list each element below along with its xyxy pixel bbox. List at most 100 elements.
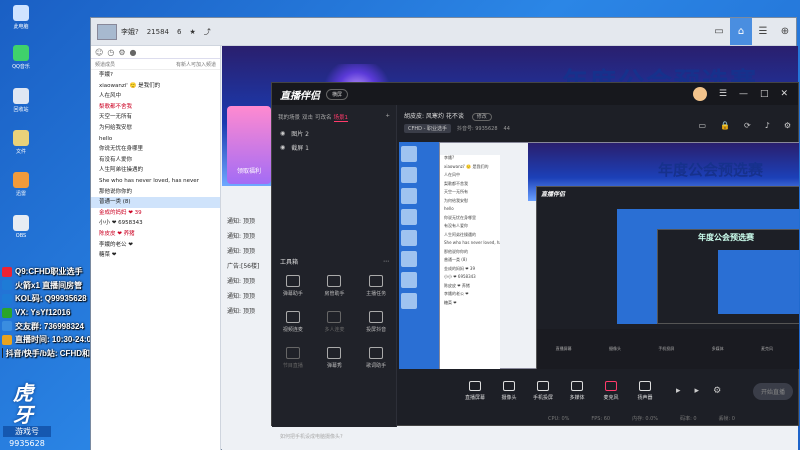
douyin-id: 抖音号: 9935628 [456, 126, 498, 132]
eye-icon[interactable]: ◉ [280, 130, 285, 137]
tool-button[interactable]: 多人连麦 [314, 307, 356, 333]
tool-button[interactable]: 房管助手 [314, 271, 356, 297]
live-preview[interactable]: 年度公会预选赛 李娥? xiaowanzi' 🙂 是我们的 人在风中 梨歌都不舍我 天空… [399, 142, 799, 369]
desktop-icon[interactable]: 此电脑 [6, 5, 36, 30]
category-tag[interactable]: CFHD - 职业选手 [404, 124, 451, 133]
member-item[interactable]: 普通一类 (8) [91, 197, 220, 208]
member-sub-left[interactable]: 频道成员 [95, 61, 115, 68]
save-icon[interactable]: ▭ [698, 121, 706, 130]
member-item[interactable]: hello [91, 134, 220, 145]
preview-control-label: 直播屏幕 [555, 346, 572, 351]
chat-message: 通知: 顶顶 [227, 308, 255, 315]
tool-button[interactable]: 视频连麦 [272, 307, 314, 333]
preview-member-item: 小小 ❤ 6958343 [444, 274, 476, 279]
tool-icon [285, 311, 300, 323]
member-item[interactable]: She who has never loved, has never [91, 176, 220, 187]
desktop-icon[interactable]: 文件 [6, 130, 36, 155]
scene-tab[interactable]: 场景1 [333, 113, 349, 122]
badge-icon [2, 266, 12, 277]
camera-icon[interactable]: ▸ [695, 386, 700, 396]
member-item[interactable]: 梨歌都不舍我 [91, 102, 220, 113]
settings-icon[interactable]: ⚙ [713, 386, 721, 396]
control-button[interactable]: 直播屏幕 [458, 381, 492, 401]
tool-button[interactable]: 歌词助手 [355, 343, 397, 369]
member-item[interactable]: 有没有人爱你 [91, 155, 220, 166]
more-icon[interactable]: ⋯ [383, 258, 389, 265]
tool-button[interactable]: 节目直播 [272, 343, 314, 369]
desktop-icon[interactable]: 迅雷 [6, 172, 36, 197]
member-item[interactable]: 人生阿弟往操遇的 [91, 165, 220, 176]
tool-button[interactable]: 投屏抖音 [355, 307, 397, 333]
control-button[interactable]: 多媒体 [560, 381, 594, 401]
tool-label: 节目直播 [282, 363, 303, 369]
welfare-ad[interactable]: 领取福利 [227, 106, 271, 184]
eye-icon[interactable]: ◉ [280, 144, 285, 151]
window-icon[interactable]: ▭ [708, 18, 730, 45]
desktop-icon[interactable]: 回收站 [6, 88, 36, 113]
control-button[interactable]: 手机投屏 [526, 381, 560, 401]
control-icon [639, 381, 651, 391]
member-item[interactable]: 人在风中 [91, 91, 220, 102]
preview-member-item: 普通一类 (8) [444, 257, 467, 262]
desktop-icon[interactable]: OBS [6, 215, 36, 239]
member-item[interactable]: 小小 ❤ 6958343 [91, 218, 220, 229]
member-item[interactable]: 金成的妈妈 ❤ 39 [91, 208, 220, 219]
edit-button[interactable]: 修改 [471, 113, 492, 121]
tool-label: 房管助手 [324, 291, 345, 297]
member-item[interactable]: 天空一无所有 [91, 112, 220, 123]
help-tip[interactable]: 如何把手机设成电脑摄像头? [280, 433, 343, 440]
rotate-icon[interactable]: ⟳ [744, 121, 751, 130]
minimize-icon[interactable]: — [739, 89, 748, 99]
bell-icon[interactable]: ♪ [765, 121, 770, 130]
control-icon [503, 381, 515, 391]
avatar[interactable] [692, 87, 707, 101]
tool-button[interactable]: 弹幕助手 [272, 271, 314, 297]
list-icon[interactable]: ☰ [752, 18, 774, 45]
member-item[interactable]: xiaowanzi' 🙂 是我们的 [91, 81, 220, 92]
layer-item[interactable]: ◉ 图片 2 [272, 126, 396, 140]
avatar[interactable] [97, 23, 117, 40]
scene-tab[interactable]: 双击 [302, 113, 313, 122]
star-icon[interactable]: ★ [189, 28, 195, 36]
tool-icon [369, 311, 384, 323]
add-scene-icon[interactable]: + [385, 113, 390, 122]
member-item[interactable]: 为何给我安慰 [91, 123, 220, 134]
maximize-icon[interactable]: □ [760, 89, 769, 99]
member-item[interactable]: 李娥? [91, 70, 220, 81]
preview-member-item: 金成的妈妈 ❤ 39 [444, 265, 475, 271]
menu-icon[interactable]: ☰ [719, 89, 727, 99]
member-item[interactable]: 你说无忧在身哪里 [91, 144, 220, 155]
desktop-icon[interactable]: QQ音乐 [6, 45, 36, 70]
layer-item[interactable]: ◉ 截屏 1 [272, 140, 396, 154]
control-button[interactable]: 麦克风 [594, 381, 628, 401]
orientation-pill[interactable]: 横屏 [326, 88, 349, 100]
group-icon[interactable]: ☺ [95, 48, 103, 57]
tool-label: 歌词助手 [366, 363, 387, 369]
gear-icon[interactable]: ⚙ [118, 48, 125, 57]
home-icon[interactable]: ⌂ [730, 18, 752, 45]
tool-button[interactable]: 主播任务 [355, 271, 397, 297]
gamepad-icon[interactable]: ⊕ [774, 18, 796, 45]
tool-button[interactable]: 弹幕秀 [314, 343, 356, 369]
share-icon[interactable]: ⤴ [204, 27, 211, 37]
lock-icon[interactable]: 🔒 [720, 121, 730, 130]
control-button[interactable]: 摄像头 [492, 381, 526, 401]
scene-tab[interactable]: 我的场景 [278, 113, 300, 122]
record-icon[interactable]: ▸ [676, 386, 681, 396]
member-item[interactable]: 糖菜 ❤ [91, 250, 220, 261]
member-item[interactable]: 那他说你你的 [91, 187, 220, 198]
member-item[interactable]: 陈皮皮 ❤ 养猪 [91, 229, 220, 240]
close-icon[interactable]: ✕ [780, 89, 788, 99]
settings-icon[interactable]: ⚙ [784, 121, 791, 130]
control-button[interactable]: 扬声器 [628, 381, 662, 401]
mic-icon[interactable]: ● [130, 48, 137, 57]
member-item[interactable]: 李娥的老公 ❤ [91, 240, 220, 251]
badge-icon [2, 321, 12, 332]
go-live-button[interactable]: 开始直播 [752, 383, 793, 400]
scene-tab[interactable]: 可改名 [315, 113, 332, 122]
control-label: 摄像头 [501, 395, 517, 401]
desktop-icon-label: 迅雷 [15, 191, 26, 197]
clock-icon[interactable]: ◷ [107, 48, 114, 57]
overlay-text: 火箭x1 直播间房管 [15, 280, 83, 290]
status-item: CPU: 0% [548, 415, 570, 422]
